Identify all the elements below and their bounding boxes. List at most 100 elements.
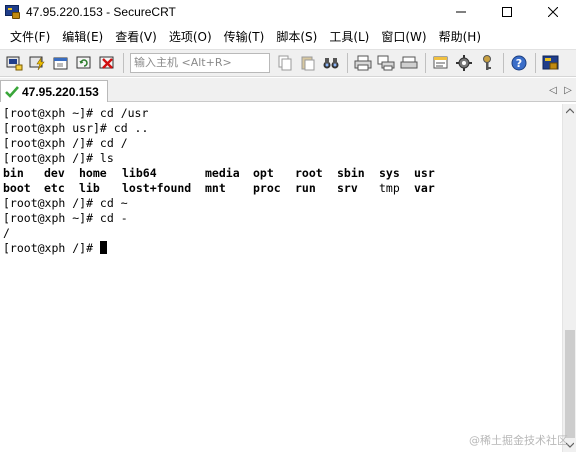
menu-help[interactable]: 帮助(H) — [433, 26, 487, 48]
toolbar-separator — [535, 53, 536, 73]
ls-entry: sys — [379, 166, 400, 180]
quick-connect-input[interactable]: 输入主机 <Alt+R> — [130, 53, 270, 73]
session-tab[interactable]: 47.95.220.153 — [0, 80, 108, 102]
terminal-line: [root@xph /]# cd / — [3, 136, 128, 150]
tab-scroll-left-button[interactable]: ◁ — [546, 82, 560, 98]
session-tab-bar: 47.95.220.153 ◁ ▷ — [0, 78, 576, 102]
lightning-connect-icon — [29, 56, 45, 71]
terminal-line: [root@xph usr]# cd .. — [3, 121, 149, 135]
close-icon — [548, 7, 558, 17]
paste-button[interactable] — [297, 52, 319, 74]
minimize-button[interactable] — [438, 0, 484, 24]
tab-connect-icon — [53, 57, 68, 70]
scroll-up-button[interactable] — [563, 104, 576, 118]
watermark: @稀土掘金技术社区 — [469, 434, 568, 447]
ls-entry: var — [414, 181, 435, 195]
maximize-icon — [502, 7, 512, 17]
ls-entry: etc — [44, 181, 65, 195]
copy-icon — [278, 55, 292, 71]
ls-entry: lost+found — [122, 181, 192, 195]
ls-entry: bin — [3, 166, 24, 180]
session-options-button[interactable] — [430, 52, 452, 74]
menu-file[interactable]: 文件(F) — [4, 26, 56, 48]
menu-bar: 文件(F) 编辑(E) 查看(V) 选项(O) 传输(T) 脚本(S) 工具(L… — [0, 26, 576, 48]
toolbar-separator — [347, 53, 348, 73]
connect-in-tab-button[interactable] — [50, 52, 72, 74]
menu-transfer[interactable]: 传输(T) — [218, 26, 271, 48]
ls-output-row: boot etc lib lost+found mnt proc run srv… — [3, 181, 562, 196]
keymap-button[interactable] — [476, 52, 498, 74]
binoculars-icon — [323, 58, 339, 69]
ls-entry: proc — [253, 181, 281, 195]
scrollbar-thumb[interactable] — [565, 330, 575, 438]
window-title: 47.95.220.153 - SecureCRT — [26, 5, 176, 19]
terminal-output[interactable]: [root@xph ~]# cd /usr [root@xph usr]# cd… — [0, 104, 562, 452]
ls-entry: run — [295, 181, 316, 195]
disconnect-icon — [99, 56, 114, 69]
terminal-prompt-line: [root@xph /]# — [3, 241, 562, 256]
maximize-button[interactable] — [484, 0, 530, 24]
ls-entry: home — [79, 166, 107, 180]
ls-entry: srv — [337, 181, 358, 195]
ls-entry: media — [205, 166, 240, 180]
terminal-cursor — [99, 241, 107, 254]
menu-options[interactable]: 选项(O) — [163, 26, 218, 48]
toolbar-separator — [123, 53, 124, 73]
about-button[interactable] — [540, 52, 562, 74]
ls-entry: mnt — [205, 181, 226, 195]
terminal-scrollbar[interactable] — [562, 104, 576, 452]
toolbar-separator — [503, 53, 504, 73]
toolbar: 输入主机 <Alt+R> ? — [0, 49, 576, 77]
global-options-button[interactable] — [453, 52, 475, 74]
menu-edit[interactable]: 编辑(E) — [56, 26, 109, 48]
minimize-icon — [456, 11, 466, 13]
ls-entry: sbin — [337, 166, 365, 180]
help-icon: ? — [511, 55, 527, 71]
connect-button[interactable] — [4, 52, 26, 74]
menu-window[interactable]: 窗口(W) — [375, 26, 432, 48]
terminal-prompt: [root@xph /]# — [3, 241, 100, 255]
session-tab-label: 47.95.220.153 — [22, 84, 99, 99]
ls-entry: opt — [253, 166, 274, 180]
chevron-right-icon: ▷ — [564, 84, 572, 96]
ls-output-row: bin dev home lib64 media opt root sbin s… — [3, 166, 562, 181]
ls-entry: lib64 — [122, 166, 157, 180]
close-button[interactable] — [530, 0, 576, 24]
copy-button[interactable] — [274, 52, 296, 74]
terminal-line: [root@xph ~]# cd - — [3, 211, 128, 225]
scroll-up-arrow-icon — [566, 108, 574, 114]
disconnect-button[interactable] — [96, 52, 118, 74]
ls-entry: tmp — [379, 181, 400, 195]
menu-tools[interactable]: 工具(L) — [323, 26, 375, 48]
print-selection-icon — [377, 55, 395, 71]
title-bar: 47.95.220.153 - SecureCRT — [0, 0, 576, 24]
menu-script[interactable]: 脚本(S) — [270, 26, 323, 48]
ls-entry: root — [295, 166, 323, 180]
print-button[interactable] — [352, 52, 374, 74]
ls-entry: lib — [79, 181, 100, 195]
printer-icon — [354, 55, 372, 71]
terminal-line: [root@xph ~]# cd /usr — [3, 106, 149, 120]
securecrt-app-icon — [4, 4, 20, 20]
quick-connect-button[interactable] — [27, 52, 49, 74]
svg-text:?: ? — [516, 57, 522, 70]
menu-view[interactable]: 查看(V) — [109, 26, 163, 48]
terminal-line: [root@xph /]# cd ~ — [3, 196, 128, 210]
chevron-left-icon: ◁ — [549, 84, 557, 96]
tab-scroll-right-button[interactable]: ▷ — [561, 82, 575, 98]
print-screen-icon — [400, 56, 418, 69]
terminal-line: / — [3, 226, 10, 240]
terminal-line: [root@xph /]# ls — [3, 151, 114, 165]
find-button[interactable] — [320, 52, 342, 74]
connected-checkmark-icon — [5, 85, 19, 98]
key-icon — [483, 55, 491, 70]
reconnect-button[interactable] — [73, 52, 95, 74]
securecrt-about-icon — [542, 55, 559, 70]
ls-entry: usr — [414, 166, 435, 180]
ls-entry: dev — [44, 166, 65, 180]
print-screen-button[interactable] — [398, 52, 420, 74]
help-button[interactable]: ? — [508, 52, 530, 74]
reconnect-icon — [76, 56, 91, 69]
print-selection-button[interactable] — [375, 52, 397, 74]
session-options-icon — [433, 56, 448, 69]
